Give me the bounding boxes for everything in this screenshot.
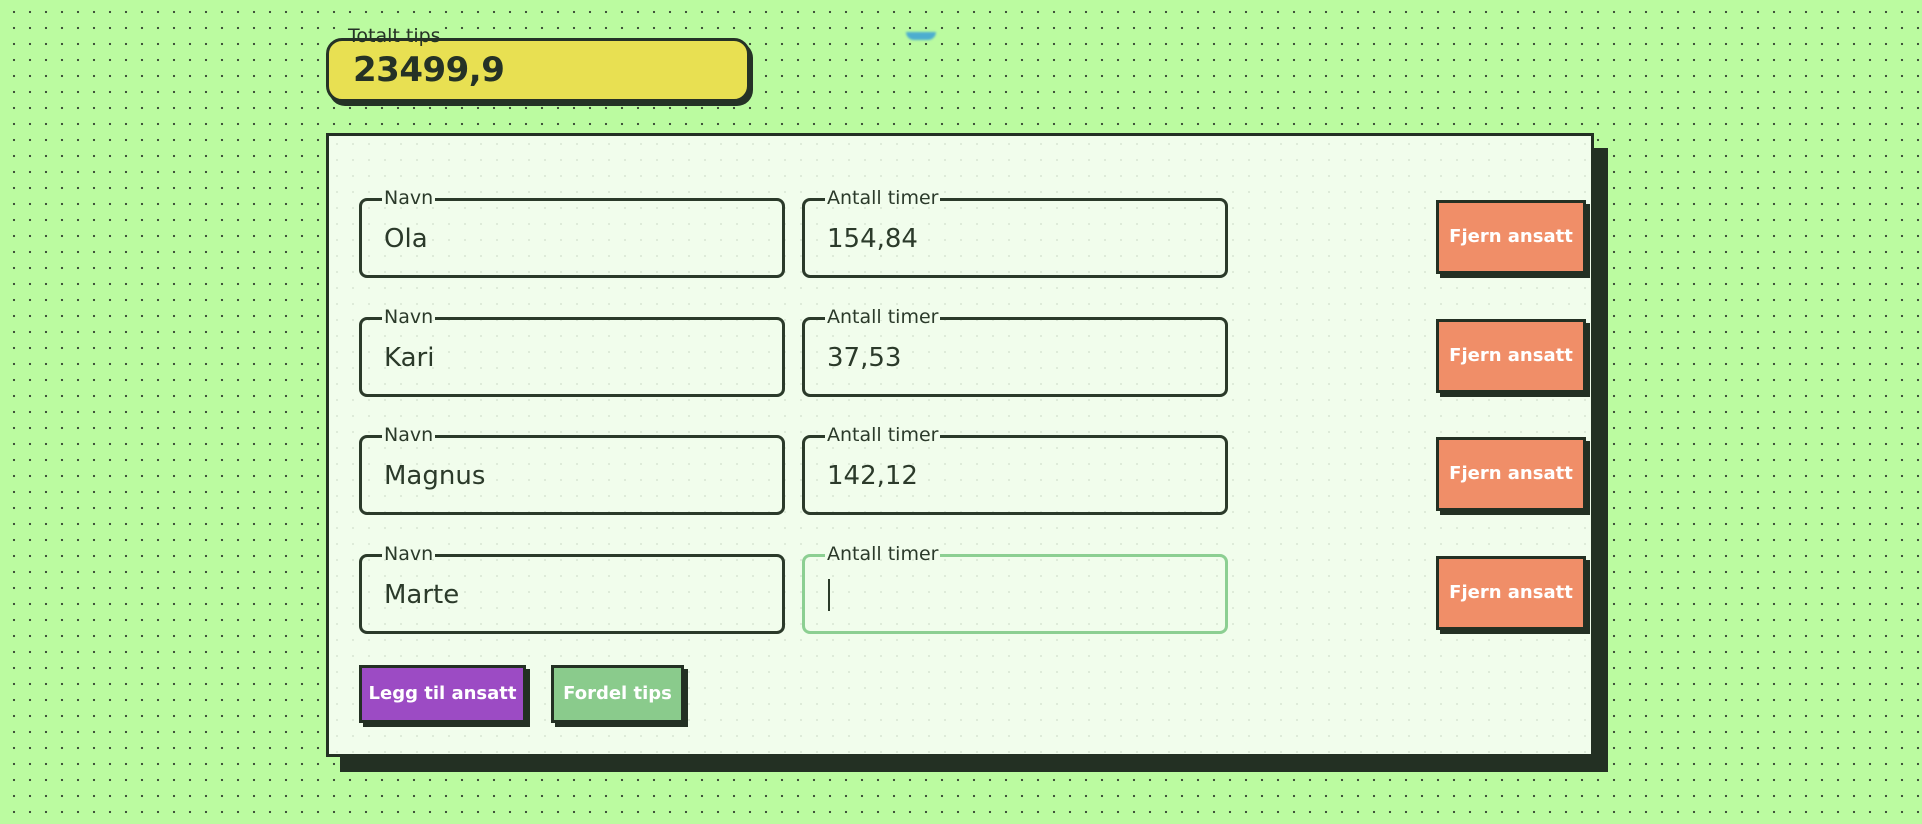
hours-label: Antall timer [825,306,941,328]
employee-row: Navn Ola Antall timer 154,84 Fjern ansat… [359,187,1586,278]
hours-field[interactable]: Antall timer 37,53 [802,306,1228,397]
total-tips-field[interactable]: 23499,9 Totalt tips [326,25,936,102]
total-tips-value[interactable]: 23499,9 [353,49,505,91]
employee-row: Navn Magnus Antall timer 142,12 Fjern an… [359,424,1586,515]
name-value[interactable]: Magnus [384,460,485,492]
remove-employee-button[interactable]: Fjern ansatt [1436,319,1586,393]
employee-row: Navn Marte Antall timer Fjern ansatt [359,543,1586,634]
name-value[interactable]: Ola [384,223,428,255]
blue-decoration [906,32,936,40]
add-employee-button[interactable]: Legg til ansatt [359,665,526,723]
hours-field[interactable]: Antall timer 142,12 [802,424,1228,515]
hours-value[interactable]: 37,53 [827,342,901,374]
name-value[interactable]: Marte [384,579,459,611]
total-tips-label: Totalt tips [346,25,443,47]
name-label: Navn [382,187,436,209]
name-value[interactable]: Kari [384,342,434,374]
employee-row: Navn Kari Antall timer 37,53 Fjern ansat… [359,306,1586,397]
name-label: Navn [382,424,436,446]
hours-value[interactable]: 154,84 [827,223,918,255]
total-tips-box[interactable]: 23499,9 [326,38,750,102]
distribute-tips-button[interactable]: Fordel tips [551,665,684,723]
hours-value[interactable]: 142,12 [827,460,918,492]
hours-label: Antall timer [825,187,941,209]
name-field[interactable]: Navn Marte [359,543,785,634]
hours-label: Antall timer [825,424,941,446]
hours-label: Antall timer [825,543,941,565]
name-field[interactable]: Navn Ola [359,187,785,278]
remove-employee-button[interactable]: Fjern ansatt [1436,437,1586,511]
employee-card: Navn Ola Antall timer 154,84 Fjern ansat… [326,133,1594,757]
name-label: Navn [382,306,436,328]
name-field[interactable]: Navn Magnus [359,424,785,515]
name-label: Navn [382,543,436,565]
hours-field-focused[interactable]: Antall timer [802,543,1228,634]
name-field[interactable]: Navn Kari [359,306,785,397]
remove-employee-button[interactable]: Fjern ansatt [1436,556,1586,630]
hours-field[interactable]: Antall timer 154,84 [802,187,1228,278]
text-caret [828,579,830,611]
remove-employee-button[interactable]: Fjern ansatt [1436,200,1586,274]
